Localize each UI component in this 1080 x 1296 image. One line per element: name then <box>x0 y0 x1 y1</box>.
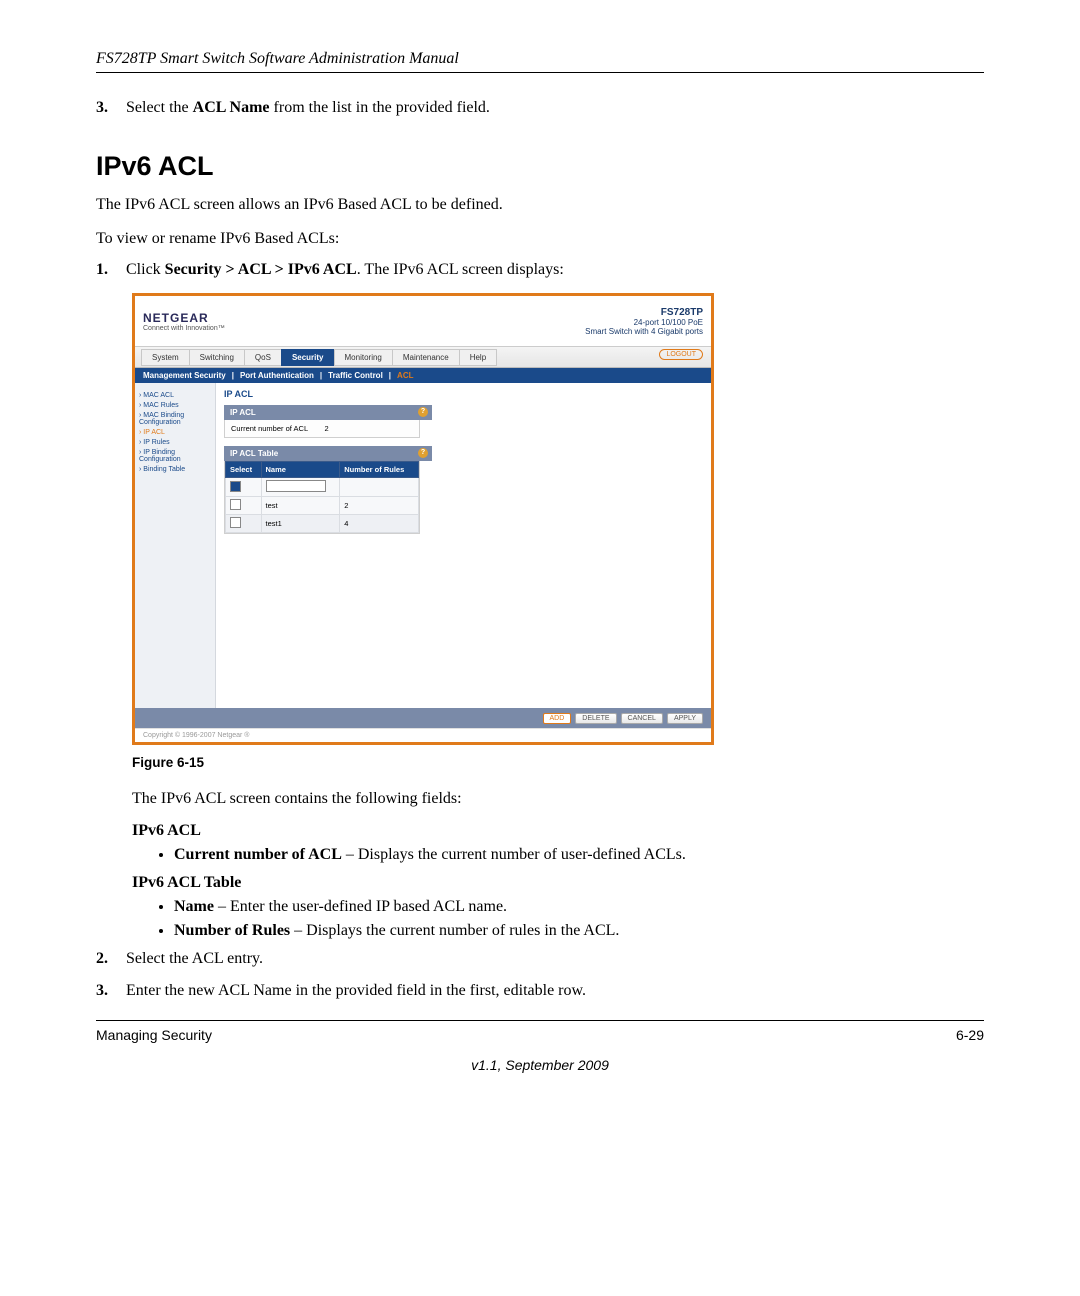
bullet-num-rules: Number of Rules – Displays the current n… <box>174 922 984 940</box>
model-box: FS728TP 24-port 10/100 PoE Smart Switch … <box>585 307 703 336</box>
tab-security[interactable]: Security <box>281 349 335 366</box>
netgear-logo: NETGEAR <box>143 311 225 325</box>
name-input[interactable] <box>266 480 326 492</box>
screenshot-figure: NETGEAR Connect with Innovation™ FS728TP… <box>132 293 714 745</box>
footer-right: 6-29 <box>956 1027 984 1043</box>
table-row: test1 4 <box>226 515 419 533</box>
click-c: . The IPv6 ACL screen displays: <box>357 261 564 278</box>
sidebar-mac-binding[interactable]: › MAC Binding Configuration <box>139 412 211 426</box>
help-icon-2[interactable]: ? <box>418 448 428 458</box>
copyright: Copyright © 1996-2007 Netgear ® <box>135 728 711 742</box>
row1-name: test <box>261 497 340 515</box>
top-tabs: System Switching QoS Security Monitoring… <box>135 347 711 368</box>
click-b: Security > ACL > IPv6 ACL <box>165 261 357 278</box>
top-rule <box>96 72 984 73</box>
section-toview: To view or rename IPv6 Based ACLs: <box>96 228 984 250</box>
row1-rules: 2 <box>340 497 419 515</box>
footer-row: Managing Security 6-29 <box>96 1027 984 1043</box>
step-num: 3. <box>96 99 122 117</box>
figure-label: Figure 6-15 <box>132 755 984 770</box>
manual-title: FS728TP Smart Switch Software Administra… <box>96 50 984 68</box>
step-num-3b: 3. <box>96 982 122 1000</box>
th-rules: Number of Rules <box>340 462 419 478</box>
panel1-bar: IP ACL? <box>224 405 432 420</box>
step-3-top: 3. Select the ACL Name from the list in … <box>96 99 984 117</box>
ss-header: NETGEAR Connect with Innovation™ FS728TP… <box>135 296 711 347</box>
th-name: Name <box>261 462 340 478</box>
sidebar-mac-rules[interactable]: › MAC Rules <box>139 402 211 409</box>
sub-ipv6-acl-table: IPv6 ACL Table <box>132 874 984 892</box>
delete-button[interactable]: DELETE <box>575 713 616 724</box>
step3-text-b: ACL Name <box>193 99 270 116</box>
current-num-value: 2 <box>325 424 329 433</box>
model-sub2: Smart Switch with 4 Gigabit ports <box>585 327 703 336</box>
panel1-content: Current number of ACL 2 <box>224 420 420 438</box>
model-number: FS728TP <box>585 307 703 318</box>
acl-table: Select Name Number of Rules test 2 <box>225 461 419 533</box>
table-row: test 2 <box>226 497 419 515</box>
footer-left: Managing Security <box>96 1027 212 1043</box>
step-3-bottom: 3. Enter the new ACL Name in the provide… <box>96 982 984 1000</box>
main-panel: IP ACL IP ACL? Current number of ACL 2 I… <box>216 383 711 708</box>
subtab-traffic[interactable]: Traffic Control <box>328 371 383 380</box>
sidebar-ip-rules[interactable]: › IP Rules <box>139 439 211 446</box>
bullet-current-num: Current number of ACL – Displays the cur… <box>174 846 984 864</box>
step-2: 2. Select the ACL entry. <box>96 950 984 968</box>
tab-monitoring[interactable]: Monitoring <box>334 349 393 366</box>
main-title: IP ACL <box>224 389 703 399</box>
sidebar: › MAC ACL › MAC Rules › MAC Binding Conf… <box>135 383 216 708</box>
step3-text-c: from the list in the provided field. <box>270 99 490 116</box>
sub-ipv6-acl: IPv6 ACL <box>132 822 984 840</box>
panel2-bar: IP ACL Table? <box>224 446 432 461</box>
tab-maintenance[interactable]: Maintenance <box>392 349 460 366</box>
apply-button[interactable]: APPLY <box>667 713 703 724</box>
step2-text: Select the ACL entry. <box>126 950 263 967</box>
table-row-input <box>226 478 419 497</box>
subtab-portauth[interactable]: Port Authentication <box>240 371 314 380</box>
sidebar-ip-acl[interactable]: › IP ACL <box>139 429 211 436</box>
sub-tabs: Management Security | Port Authenticatio… <box>135 368 711 383</box>
row2-name: test1 <box>261 515 340 533</box>
sidebar-binding-table[interactable]: › Binding Table <box>139 466 211 473</box>
help-icon[interactable]: ? <box>418 407 428 417</box>
current-num-label: Current number of ACL <box>231 424 308 433</box>
contains-text: The IPv6 ACL screen contains the followi… <box>132 788 984 810</box>
bottom-rule <box>96 1020 984 1021</box>
section-intro: The IPv6 ACL screen allows an IPv6 Based… <box>96 194 984 216</box>
tab-qos[interactable]: QoS <box>244 349 282 366</box>
footer-center: v1.1, September 2009 <box>96 1057 984 1073</box>
click-a: Click <box>126 261 165 278</box>
cancel-button[interactable]: CANCEL <box>621 713 663 724</box>
logout-button[interactable]: LOGOUT <box>659 349 703 360</box>
bullet-name: Name – Enter the user-defined IP based A… <box>174 898 984 916</box>
th-select: Select <box>226 462 262 478</box>
model-sub1: 24-port 10/100 PoE <box>585 318 703 327</box>
step-num-2: 2. <box>96 950 122 968</box>
sidebar-mac-acl[interactable]: › MAC ACL <box>139 392 211 399</box>
row2-rules: 4 <box>340 515 419 533</box>
step-num-1: 1. <box>96 261 122 279</box>
checkbox-row2[interactable] <box>230 517 241 528</box>
netgear-tagline: Connect with Innovation™ <box>143 325 225 332</box>
tab-switching[interactable]: Switching <box>189 349 245 366</box>
add-button[interactable]: ADD <box>543 713 572 724</box>
step-1: 1. Click Security > ACL > IPv6 ACL. The … <box>96 261 984 279</box>
checkbox-all[interactable] <box>230 481 241 492</box>
tab-help[interactable]: Help <box>459 349 497 366</box>
tab-system[interactable]: System <box>141 349 190 366</box>
sidebar-ip-binding[interactable]: › IP Binding Configuration <box>139 449 211 463</box>
checkbox-row1[interactable] <box>230 499 241 510</box>
section-title: IPv6 ACL <box>96 151 984 182</box>
ss-footer: ADD DELETE CANCEL APPLY <box>135 708 711 728</box>
panel2-content: Select Name Number of Rules test 2 <box>224 461 420 534</box>
step3-text-a: Select the <box>126 99 193 116</box>
subtab-mgmt[interactable]: Management Security <box>143 371 226 380</box>
subtab-acl[interactable]: ACL <box>397 371 413 380</box>
step3b-text: Enter the new ACL Name in the provided f… <box>126 982 586 999</box>
